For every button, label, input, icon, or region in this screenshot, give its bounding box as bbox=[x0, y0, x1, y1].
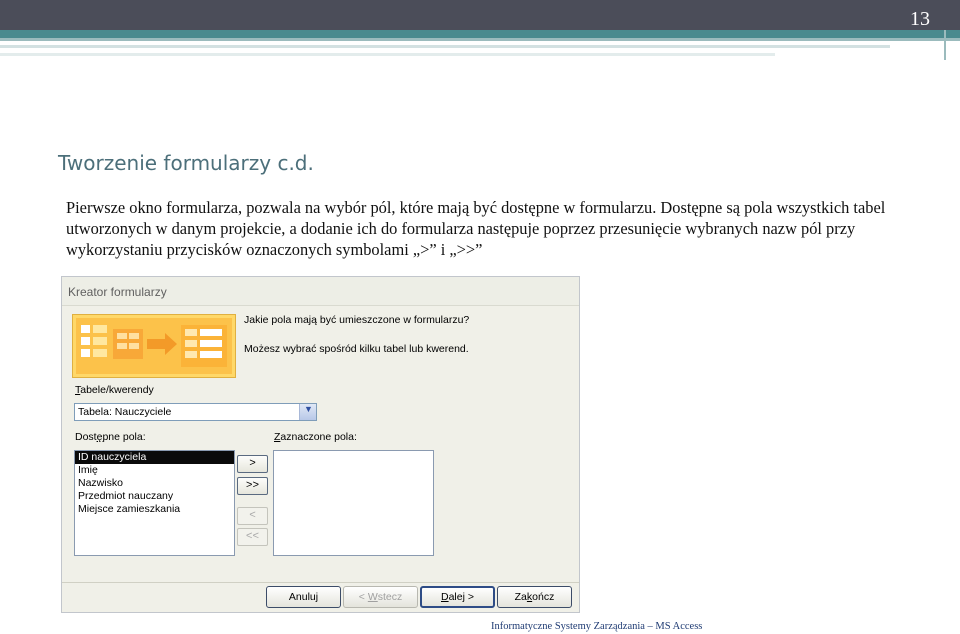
wizard-hint: Możesz wybrać spośród kilku tabel lub kw… bbox=[244, 343, 469, 355]
available-fields-list[interactable]: ID nauczyciela Imię Nazwisko Przedmiot n… bbox=[74, 450, 235, 556]
tables-queries-combobox[interactable]: Tabela: Nauczyciele ▼ bbox=[74, 403, 317, 421]
add-all-fields-button[interactable]: >> bbox=[237, 477, 268, 495]
slide-number: 13 bbox=[910, 8, 930, 30]
finish-button[interactable]: Zakończ bbox=[497, 586, 572, 608]
list-item[interactable]: ID nauczyciela bbox=[75, 451, 234, 464]
chevron-down-icon[interactable]: ▼ bbox=[299, 404, 316, 420]
list-item[interactable]: Przedmiot nauczany bbox=[75, 490, 234, 503]
remove-field-button[interactable]: < bbox=[237, 507, 268, 525]
list-item[interactable]: Nazwisko bbox=[75, 477, 234, 490]
list-item[interactable]: Imię bbox=[75, 464, 234, 477]
form-wizard-dialog: Kreator formularzy Jakie pola mają być u… bbox=[61, 276, 580, 613]
dialog-title: Kreator formularzy bbox=[68, 285, 167, 299]
tables-queries-value: Tabela: Nauczyciele bbox=[78, 406, 172, 418]
wizard-question: Jakie pola mają być umieszczone w formul… bbox=[244, 314, 470, 326]
slide-footer: Informatyczne Systemy Zarządzania – MS A… bbox=[491, 621, 703, 632]
slide-header-divider bbox=[944, 30, 946, 60]
slide-header-line bbox=[0, 38, 960, 41]
dialog-title-bar: Kreator formularzy bbox=[62, 277, 579, 306]
selected-fields-list[interactable] bbox=[273, 450, 434, 556]
slide-header-line bbox=[0, 45, 890, 48]
slide-title: Tworzenie formularzy c.d. bbox=[58, 151, 314, 175]
list-item[interactable]: Miejsce zamieszkania bbox=[75, 503, 234, 516]
wizard-banner-image bbox=[72, 314, 236, 378]
back-button[interactable]: < Wstecz bbox=[343, 586, 418, 608]
slide-header-bar bbox=[0, 0, 960, 30]
selected-fields-label: Zaznaczone pola: bbox=[274, 431, 357, 443]
slide-body-text: Pierwsze okno formularza, pozwala na wyb… bbox=[66, 198, 886, 259]
add-field-button[interactable]: > bbox=[237, 455, 268, 473]
available-fields-label: Dostępne pola: bbox=[75, 431, 146, 443]
slide-header-accent bbox=[0, 30, 960, 38]
cancel-button[interactable]: Anuluj bbox=[266, 586, 341, 608]
slide-header-line bbox=[0, 53, 775, 56]
dialog-separator bbox=[62, 582, 579, 583]
next-button[interactable]: Dalej > bbox=[420, 586, 495, 608]
remove-all-fields-button[interactable]: << bbox=[237, 528, 268, 546]
tables-queries-label: Tabele/kwerendy bbox=[75, 384, 154, 396]
